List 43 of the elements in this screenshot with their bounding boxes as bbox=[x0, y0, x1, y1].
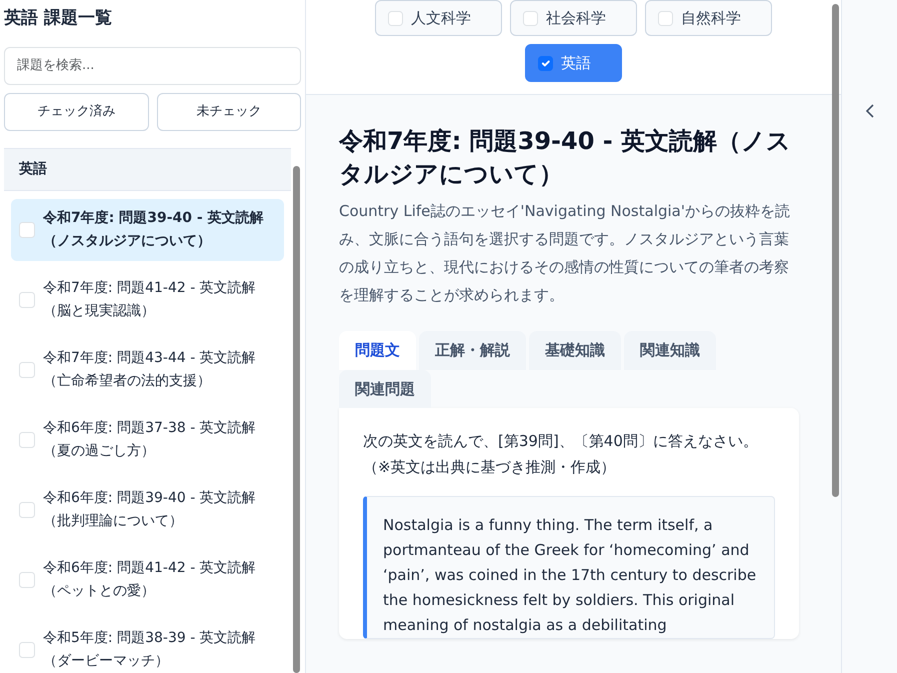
detail-title: 令和7年度: 問題39-40 - 英文読解（ノスタルジアについて） bbox=[339, 126, 792, 190]
category-toggle[interactable]: 人文科学 bbox=[375, 0, 502, 36]
tab[interactable]: 関連知識 bbox=[624, 331, 716, 370]
task-item[interactable]: 令和7年度: 問題41-42 - 英文読解（脳と現実認識） bbox=[11, 268, 284, 330]
detail-description: Country Life誌のエッセイ'Navigating Nostalgia'からの抜粋を読み、文脈に合う語句を選択する問題です。ノスタルジアという言葉の成り立ちと、現代におけるその感情の性質についての筆者の考察を理解することが求められます。 bbox=[339, 201, 791, 306]
task-item[interactable]: 令和6年度: 問題39-40 - 英文読解（批判理論について） bbox=[11, 478, 284, 540]
category-toggle[interactable]: 社会科学 bbox=[510, 0, 637, 36]
task-label: 令和7年度: 問題41-42 - 英文読解（脳と現実認識） bbox=[43, 278, 257, 320]
task-item[interactable]: 令和7年度: 問題39-40 - 英文読解（ノスタルジアについて） bbox=[11, 198, 284, 260]
task-checkbox[interactable] bbox=[19, 572, 35, 588]
tab[interactable]: 問題文 bbox=[339, 331, 416, 370]
task-checkbox[interactable] bbox=[19, 502, 35, 518]
sidebar-title: 英語 課題一覧 bbox=[4, 7, 113, 30]
filter-button[interactable]: 未チェック bbox=[156, 92, 301, 130]
task-checkbox[interactable] bbox=[19, 222, 35, 238]
filter-button[interactable]: チェック済み bbox=[4, 92, 148, 130]
task-label: 令和6年度: 問題37-38 - 英文読解（夏の過ごし方） bbox=[43, 418, 257, 460]
scrollbar-thumb[interactable] bbox=[832, 4, 839, 497]
category-toggle[interactable]: 英語 bbox=[525, 44, 622, 82]
task-label: 令和6年度: 問題41-42 - 英文読解（ペットとの愛） bbox=[43, 558, 257, 600]
task-label: 令和5年度: 問題38-39 - 英文読解（ダービーマッチ） bbox=[43, 628, 257, 670]
instruction-text: 次の英文を読んで、[第39問]、〔第40問〕に答えなさい。（※英文は出典に基づき推測・作成） bbox=[363, 431, 759, 478]
task-checkbox[interactable] bbox=[19, 642, 35, 658]
search-field[interactable]: 課題を検索... bbox=[4, 46, 301, 84]
scrollbar-thumb[interactable] bbox=[292, 166, 300, 673]
task-label: 令和7年度: 問題43-44 - 英文読解（亡命希望者の法的支援） bbox=[43, 348, 257, 390]
tab[interactable]: 正解・解説 bbox=[419, 331, 526, 370]
tab[interactable]: 基礎知識 bbox=[529, 331, 621, 370]
task-checkbox[interactable] bbox=[19, 362, 35, 378]
category-checkbox[interactable] bbox=[538, 56, 553, 70]
section-header: 英語 bbox=[4, 148, 291, 190]
chevron-left-icon[interactable] bbox=[866, 104, 874, 118]
task-label: 令和7年度: 問題39-40 - 英文読解（ノスタルジアについて） bbox=[43, 208, 265, 250]
category-toggle[interactable]: 自然科学 bbox=[645, 0, 772, 36]
task-checkbox[interactable] bbox=[19, 432, 35, 448]
task-item[interactable]: 令和5年度: 問題38-39 - 英文読解（ダービーマッチ） bbox=[11, 618, 284, 673]
task-label: 令和6年度: 問題39-40 - 英文読解（批判理論について） bbox=[43, 488, 257, 530]
task-item[interactable]: 令和7年度: 問題43-44 - 英文読解（亡命希望者の法的支援） bbox=[11, 338, 284, 400]
task-checkbox[interactable] bbox=[19, 292, 35, 308]
task-item[interactable]: 令和6年度: 問題37-38 - 英文読解（夏の過ごし方） bbox=[11, 408, 284, 470]
task-item[interactable]: 令和6年度: 問題41-42 - 英文読解（ペットとの愛） bbox=[11, 548, 284, 610]
tab[interactable]: 関連問題 bbox=[339, 370, 431, 408]
passage-text: Nostalgia is a funny thing. The term itself, a portmanteau of the Greek for ‘homecoming’ and ‘pain’, was coined in the 17th century to describe the homesickness felt by soldiers. This original meaning of nostalgia as a debilitating bbox=[363, 496, 775, 639]
